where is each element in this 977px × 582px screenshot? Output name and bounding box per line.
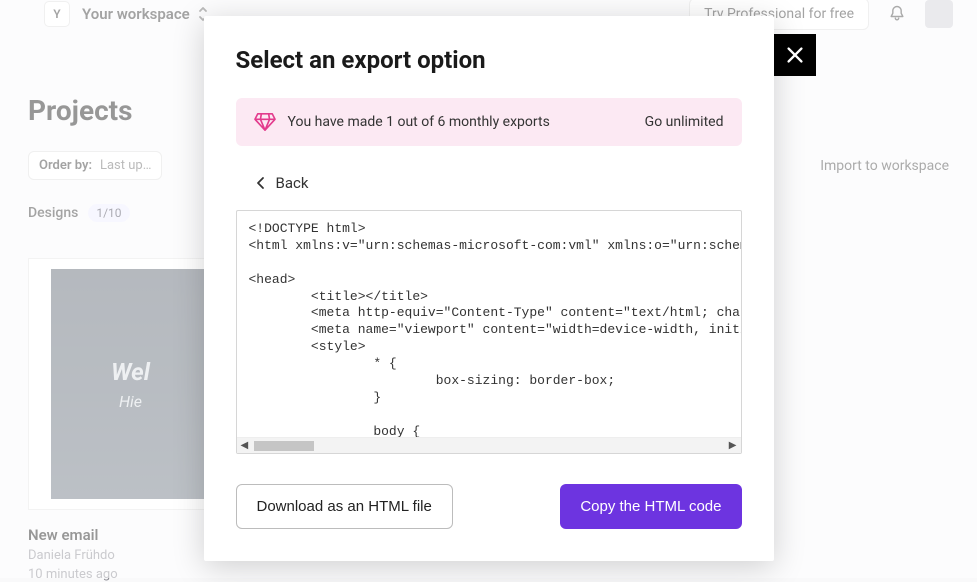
modal-overlay[interactable]: Select an export option You have made 1 … [0,0,977,578]
scroll-right-arrow-icon[interactable]: ▶ [727,440,739,452]
modal-actions: Download as an HTML file Copy the HTML c… [236,484,742,529]
close-button[interactable] [774,34,816,76]
notice-text: You have made 1 out of 6 monthly exports [288,114,550,130]
notice-left: You have made 1 out of 6 monthly exports [254,112,550,132]
scrollbar-thumb[interactable] [254,441,314,451]
scroll-left-arrow-icon[interactable]: ◀ [239,440,251,452]
download-html-button[interactable]: Download as an HTML file [236,484,453,529]
go-unlimited-link[interactable]: Go unlimited [645,114,724,130]
horizontal-scrollbar[interactable]: ◀ ▶ [237,437,741,453]
back-label: Back [276,174,309,192]
copy-html-button[interactable]: Copy the HTML code [560,484,741,529]
export-quota-notice: You have made 1 out of 6 monthly exports… [236,98,742,146]
code-textarea[interactable]: <!DOCTYPE html> <html xmlns:v="urn:schem… [237,211,741,437]
close-icon [784,44,806,66]
diamond-icon [254,112,276,132]
code-preview: <!DOCTYPE html> <html xmlns:v="urn:schem… [236,210,742,454]
modal-title: Select an export option [236,46,742,74]
chevron-left-icon [256,176,266,190]
export-modal: Select an export option You have made 1 … [204,16,774,561]
back-button[interactable]: Back [236,168,313,210]
